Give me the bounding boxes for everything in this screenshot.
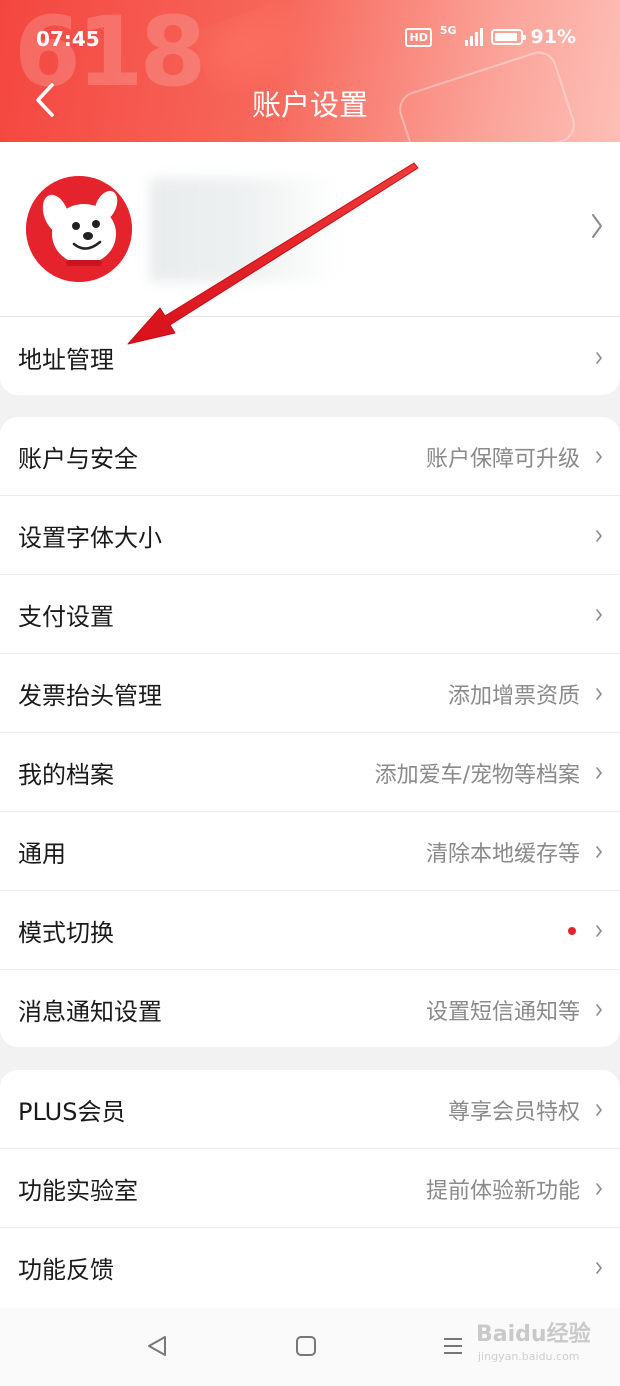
signal-icon: [464, 28, 483, 46]
hd-icon: HD: [405, 27, 432, 47]
status-icons: HD 5G 91%: [405, 24, 576, 48]
menu-item-value: 账户保障可升级: [425, 446, 580, 472]
avatar[interactable]: [26, 176, 132, 282]
menu-item-value: 提前体验新功能: [425, 1178, 580, 1204]
menu-item-address[interactable]: 地址管理: [0, 318, 620, 397]
chevron-right-icon: [592, 214, 602, 238]
menu-item-label: 通用: [18, 840, 66, 868]
menu-item-value: 添加增票资质: [447, 683, 580, 709]
chevron-right-icon: [596, 766, 602, 779]
menu-item-payment[interactable]: 支付设置: [0, 575, 620, 654]
settings-group-main: 账户与安全 账户保障可升级 设置字体大小 支付设置 发票抬头管理 添加增票资质 …: [0, 417, 620, 1047]
chevron-right-icon: [596, 450, 602, 463]
menu-item-label: 发票抬头管理: [18, 682, 162, 710]
nav-back-icon[interactable]: [145, 1334, 169, 1358]
chevron-right-icon: [596, 608, 602, 621]
menu-item-account-security[interactable]: 账户与安全 账户保障可升级: [0, 417, 620, 496]
menu-item-label: 模式切换: [18, 919, 114, 947]
menu-item-invoice[interactable]: 发票抬头管理 添加增票资质: [0, 654, 620, 733]
menu-item-mode-switch[interactable]: 模式切换: [0, 891, 620, 970]
divider: [0, 316, 620, 317]
menu-item-label: 功能反馈: [18, 1256, 114, 1284]
menu-item-label: 消息通知设置: [18, 998, 162, 1026]
menu-item-value: 设置短信通知等: [425, 999, 580, 1025]
menu-item-notifications[interactable]: 消息通知设置 设置短信通知等: [0, 970, 620, 1049]
menu-item-feedback[interactable]: 功能反馈: [0, 1228, 620, 1307]
username-blurred: [150, 178, 340, 282]
nav-menu-icon[interactable]: [441, 1334, 465, 1358]
jd-dog-mascot-icon: [26, 176, 132, 282]
battery-percent: 91%: [530, 26, 576, 48]
chevron-right-icon: [596, 1103, 602, 1116]
menu-item-label: 我的档案: [18, 761, 114, 789]
menu-item-label: 设置字体大小: [18, 524, 162, 552]
chevron-right-icon: [596, 529, 602, 542]
chevron-right-icon: [596, 687, 602, 700]
menu-item-label: 账户与安全: [18, 445, 138, 473]
chevron-right-icon: [596, 1261, 602, 1274]
header-bar: 618 07:45 HD 5G 91% 账户设置: [0, 0, 620, 142]
chevron-right-icon: [596, 1182, 602, 1195]
baidu-watermark-url: jingyan.baidu.com: [478, 1350, 580, 1363]
chevron-right-icon: [596, 845, 602, 858]
nav-home-icon[interactable]: [294, 1334, 318, 1358]
chevron-right-icon: [596, 924, 602, 937]
menu-item-lab[interactable]: 功能实验室 提前体验新功能: [0, 1149, 620, 1228]
status-time: 07:45: [36, 27, 100, 51]
profile-row[interactable]: [0, 142, 620, 316]
settings-group-extra: PLUS会员 尊享会员特权 功能实验室 提前体验新功能 功能反馈: [0, 1070, 620, 1310]
profile-card: 地址管理: [0, 142, 620, 395]
notification-dot: [568, 926, 576, 935]
menu-item-font-size[interactable]: 设置字体大小: [0, 496, 620, 575]
menu-item-value: 清除本地缓存等: [425, 841, 580, 867]
baidu-watermark: Baidu经验: [476, 1322, 591, 1347]
menu-item-profile-files[interactable]: 我的档案 添加爱车/宠物等档案: [0, 733, 620, 812]
network-type: 5G: [439, 24, 457, 37]
menu-item-label: 地址管理: [18, 346, 114, 374]
menu-item-label: 功能实验室: [18, 1177, 138, 1205]
menu-item-value: 添加爱车/宠物等档案: [374, 762, 580, 788]
chevron-right-icon: [596, 351, 602, 364]
menu-item-plus-member[interactable]: PLUS会员 尊享会员特权: [0, 1070, 620, 1149]
battery-icon: [490, 29, 526, 45]
menu-item-value: 尊享会员特权: [447, 1099, 580, 1125]
page-title: 账户设置: [251, 88, 368, 122]
menu-item-general[interactable]: 通用 清除本地缓存等: [0, 812, 620, 891]
menu-item-label: 支付设置: [18, 603, 114, 631]
chevron-right-icon: [596, 1003, 602, 1016]
menu-item-label: PLUS会员: [18, 1098, 126, 1126]
